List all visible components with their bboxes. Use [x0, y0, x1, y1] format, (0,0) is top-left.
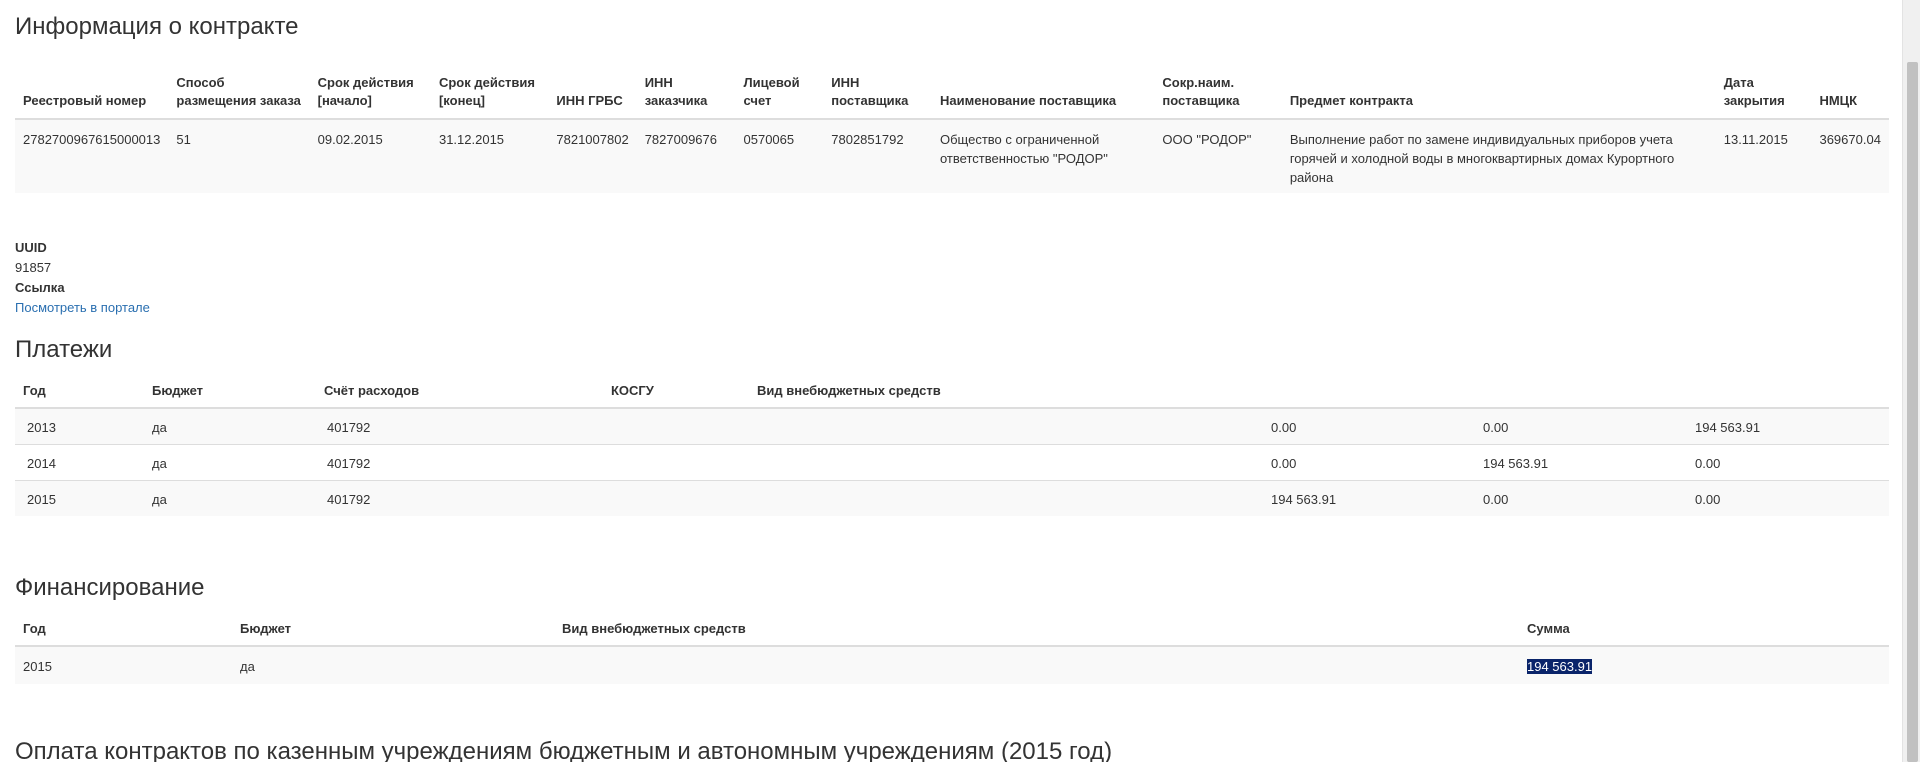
- cell-sum: 194 563.91: [1519, 646, 1889, 684]
- view-in-portal-link[interactable]: Посмотреть в портале: [15, 300, 150, 315]
- cell-expense-account: 401792: [327, 420, 371, 435]
- col-inn-grbs: ИНН ГРБС: [548, 58, 637, 120]
- cell-registry-number: 2782700967615000013: [23, 132, 161, 147]
- cell-year: 2015: [15, 480, 144, 516]
- col-extrabudget-type: Вид внебюджетных средств: [554, 618, 1519, 647]
- cell-term-end: 31.12.2015: [438, 132, 505, 147]
- col-contract-subject: Предмет контракта: [1281, 58, 1716, 120]
- col-extrabudget-type: Вид внебюджетных средств: [749, 380, 1263, 409]
- table-row: 2782700967615000013 51 09.02.2015 31.12.…: [15, 119, 1889, 193]
- cell-year: 2015: [23, 659, 52, 674]
- cell-budget: да: [152, 420, 167, 435]
- contract-table: Реестровый номер Способ размещения заказ…: [15, 58, 1889, 193]
- link-label: Ссылка: [15, 280, 65, 295]
- cell-extrabudget-type: [749, 444, 1263, 481]
- col-order-method: Способ размещения заказа: [168, 58, 310, 120]
- cell-nmck: 369670.04: [1819, 132, 1881, 147]
- cell-inn-customer: 7827009676: [644, 132, 717, 147]
- col-kosgu: КОСГУ: [603, 380, 749, 409]
- contract-header-row: Реестровый номер Способ размещения заказ…: [15, 58, 1889, 120]
- cell-inn-grbs: 7821007802: [556, 132, 629, 147]
- cell-extrabudget-type: [749, 408, 1263, 445]
- table-row: 2013 да 401792 0.00 0.00 194 563.91: [15, 408, 1889, 445]
- cell-close-date: 13.11.2015: [1723, 132, 1788, 147]
- col-expense-account: Счёт расходов: [316, 380, 603, 409]
- cell-expense-account: 401792: [316, 480, 603, 516]
- financing-header-row: Год Бюджет Вид внебюджетных средств Сумм…: [15, 618, 1889, 647]
- cell-amount-2: 0.00: [1475, 480, 1687, 516]
- col-inn-supplier: ИНН поставщика: [823, 58, 932, 120]
- payments-table: Год Бюджет Счёт расходов КОСГУ Вид внебю…: [15, 380, 1889, 516]
- cell-amount-1: 0.00: [1263, 444, 1475, 481]
- table-row: 2014 да 401792 0.00 194 563.91 0.00: [15, 444, 1889, 481]
- meta-block: UUID 91857 Ссылка Посмотреть в портале: [15, 238, 150, 318]
- cell-amount-1: 194 563.91: [1263, 480, 1475, 516]
- cell-year: 2014: [15, 444, 144, 481]
- col-sum: Сумма: [1519, 618, 1889, 647]
- cell-amount-2: 0.00: [1483, 420, 1509, 435]
- contract-info-title: Информация о контракте: [15, 13, 299, 40]
- col-personal-account: Лицевой счет: [735, 58, 824, 120]
- col-supplier-short-name: Сокр.наим. поставщика: [1154, 58, 1282, 120]
- cell-budget: да: [240, 659, 255, 674]
- col-inn-customer: ИНН заказчика: [636, 58, 736, 120]
- col-amount-2: [1475, 380, 1687, 409]
- col-year: Год: [15, 618, 232, 647]
- cell-personal-account: 0570065: [743, 132, 795, 147]
- col-registry-number: Реестровый номер: [15, 58, 169, 120]
- cell-contract-subject: Выполнение работ по замене индивидуальны…: [1289, 132, 1675, 185]
- cell-term-start: 09.02.2015: [317, 132, 383, 147]
- uuid-label: UUID: [15, 240, 47, 255]
- cell-order-method: 51: [176, 132, 191, 147]
- col-close-date: Дата закрытия: [1715, 58, 1812, 120]
- payments-header-row: Год Бюджет Счёт расходов КОСГУ Вид внебю…: [15, 380, 1889, 409]
- cell-amount-3: 0.00: [1687, 480, 1889, 516]
- cell-year: 2013: [27, 420, 56, 435]
- cell-inn-supplier: 7802851792: [831, 132, 904, 147]
- col-amount-3: [1687, 380, 1889, 409]
- cell-supplier-name: Общество с ограниченной ответственностью…: [939, 132, 1108, 166]
- cell-supplier-short-name: ООО "РОДОР": [1162, 132, 1252, 147]
- cell-amount-1: 0.00: [1271, 420, 1297, 435]
- cell-budget: да: [144, 480, 316, 516]
- col-year: Год: [15, 380, 144, 409]
- cell-kosgu: [603, 480, 749, 516]
- col-budget: Бюджет: [232, 618, 554, 647]
- col-supplier-name: Наименование поставщика: [931, 58, 1155, 120]
- contract-payments-title: Оплата контрактов по казенным учреждения…: [15, 738, 1113, 762]
- payments-title: Платежи: [15, 336, 113, 363]
- cell-amount-3: 0.00: [1687, 444, 1889, 481]
- page: Информация о контракте Реестровый номер …: [0, 0, 1920, 762]
- table-row: 2015 да 194 563.91: [15, 646, 1889, 684]
- scrollbar-thumb[interactable]: [1907, 62, 1918, 762]
- cell-amount-2: 194 563.91: [1475, 444, 1687, 481]
- col-amount-1: [1263, 380, 1475, 409]
- selected-sum-text[interactable]: 194 563.91: [1527, 659, 1593, 674]
- financing-title: Финансирование: [15, 574, 205, 601]
- col-term-end: Срок действия [конец]: [430, 58, 549, 120]
- cell-amount-3: 194 563.91: [1695, 420, 1761, 435]
- financing-table: Год Бюджет Вид внебюджетных средств Сумм…: [15, 618, 1889, 684]
- cell-budget: да: [144, 444, 316, 481]
- cell-extrabudget-type: [749, 480, 1263, 516]
- col-budget: Бюджет: [144, 380, 316, 409]
- cell-extrabudget-type: [554, 646, 1519, 684]
- col-term-start: Срок действия [начало]: [309, 58, 431, 120]
- cell-expense-account: 401792: [316, 444, 603, 481]
- table-row: 2015 да 401792 194 563.91 0.00 0.00: [15, 480, 1889, 516]
- vertical-scrollbar[interactable]: [1902, 0, 1920, 762]
- uuid-value: 91857: [15, 260, 52, 275]
- col-nmck: НМЦК: [1811, 58, 1889, 120]
- cell-kosgu: [603, 408, 749, 445]
- cell-kosgu: [603, 444, 749, 481]
